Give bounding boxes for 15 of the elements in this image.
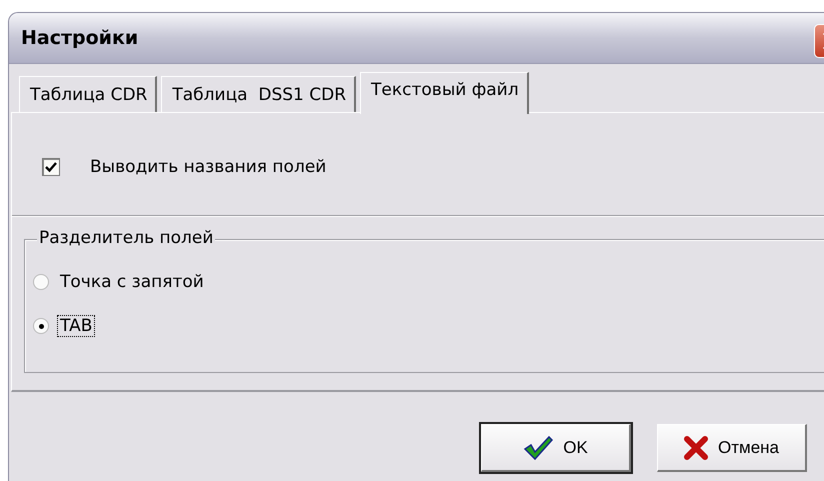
radio-button[interactable] <box>33 318 49 334</box>
tab[interactable]: Таблица DSS1 CDR <box>161 76 356 112</box>
tab[interactable]: Таблица CDR <box>19 76 158 112</box>
checkbox[interactable] <box>42 158 60 176</box>
radio-label[interactable]: Точка с запятой <box>57 271 207 293</box>
cross-icon <box>684 436 708 460</box>
tab[interactable]: Текстовый файл <box>360 72 529 114</box>
checkbox-label[interactable]: Выводить названия полей <box>90 157 326 177</box>
window-title: Настройки <box>21 27 138 49</box>
radio-button[interactable] <box>33 274 49 290</box>
group-title: Разделитель полей <box>37 228 216 248</box>
cancel-button[interactable]: Отмена <box>657 424 807 472</box>
radio-label[interactable]: TAB <box>57 315 96 337</box>
ok-button[interactable]: OK <box>481 424 631 472</box>
checkmark-icon <box>523 434 554 460</box>
